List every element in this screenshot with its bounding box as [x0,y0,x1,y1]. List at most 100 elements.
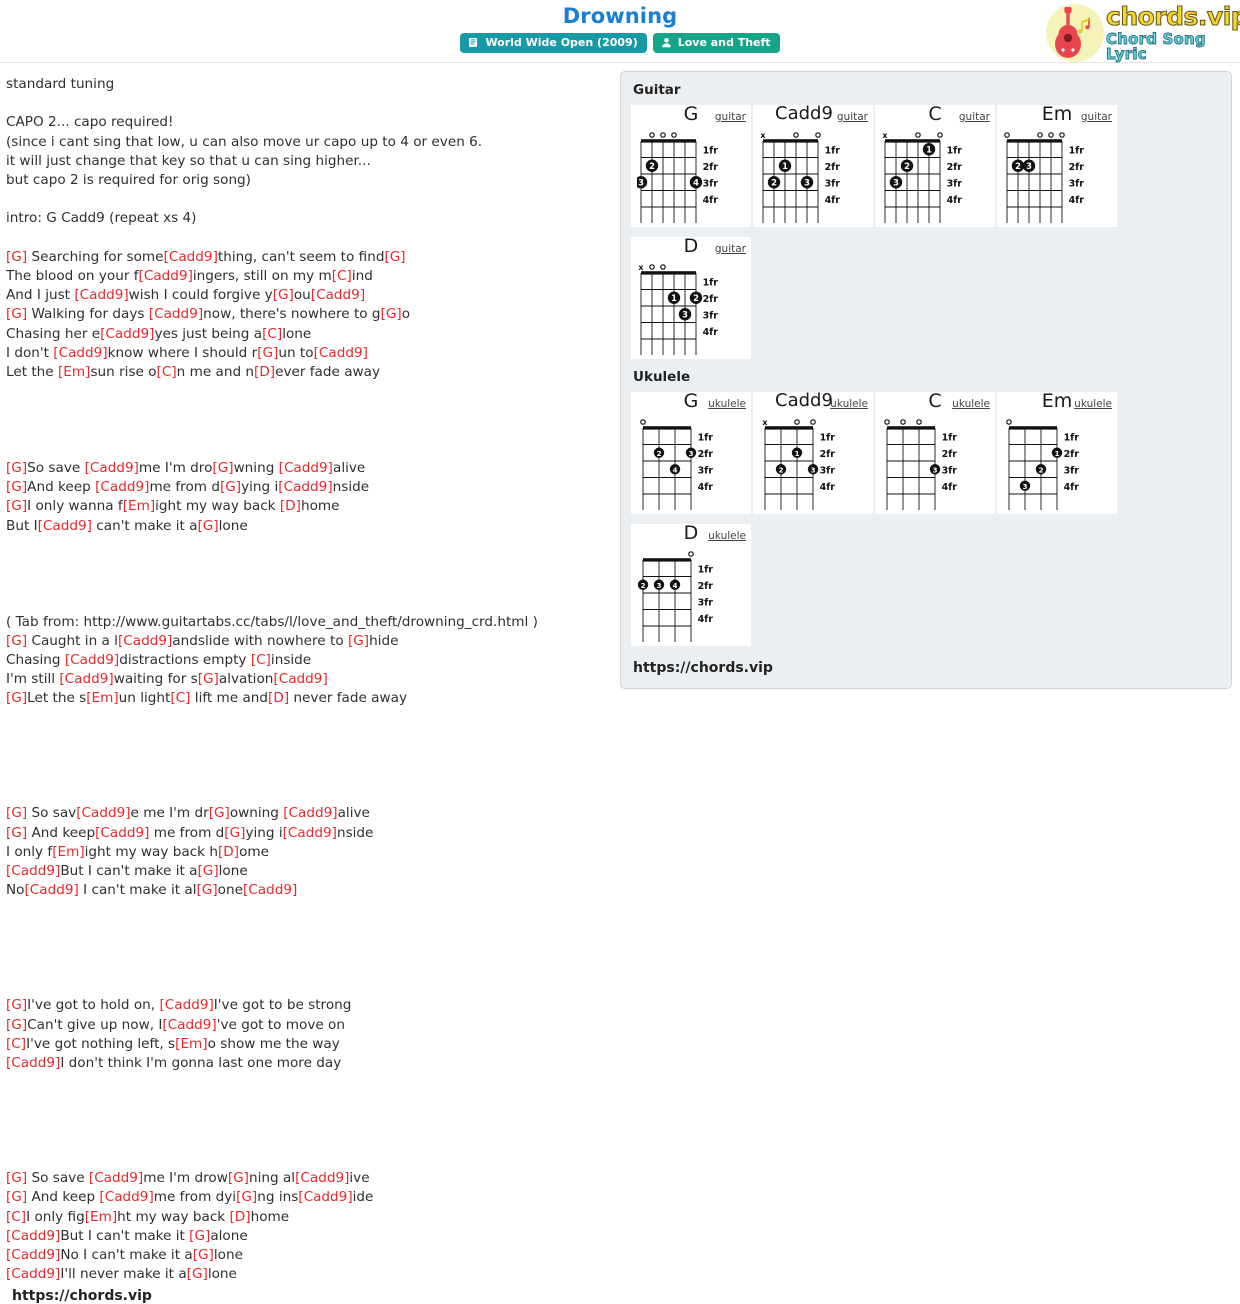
chord-token[interactable]: [G] [187,1266,208,1282]
chord-token[interactable]: [G] [6,498,27,514]
chord-token[interactable]: [G] [209,805,230,821]
chord-token[interactable]: [G] [6,249,27,265]
chord-token[interactable]: [Cadd9] [100,326,154,342]
site-logo[interactable]: chords.vip Chord Song Lyric [1046,2,1240,64]
chord-token[interactable]: [G] [193,1247,214,1263]
chord-token[interactable]: [G] [197,518,218,534]
chord-diagram-d-ukulele[interactable]: Dukulele 2 3 4 1fr 2fr 3fr 4fr [631,522,751,646]
chord-token[interactable]: [Cadd9] [65,652,119,668]
chord-diagram-d-guitar[interactable]: Dguitar x 1 3 2 1fr 2fr 3fr 4fr [631,235,751,359]
chord-token[interactable]: [G] [6,1017,27,1033]
chord-token[interactable]: [D] [268,690,289,706]
chord-token[interactable]: [Cadd9] [76,805,130,821]
chord-token[interactable]: [Cadd9] [298,1189,352,1205]
chord-diagram-em-ukulele[interactable]: Em ukulele 3 2 1 1fr 2fr 3fr 4fr [997,390,1117,514]
chord-token[interactable]: [C] [6,1209,26,1225]
instrument-label[interactable]: ukulele [708,530,746,542]
chord-token[interactable]: [Em] [86,690,118,706]
instrument-label[interactable]: guitar [715,111,746,123]
chord-token[interactable]: [G] [384,249,405,265]
instrument-label[interactable]: guitar [715,243,746,255]
artist-badge[interactable]: Love and Theft [652,33,780,53]
chord-token[interactable]: [C] [251,652,271,668]
chord-token[interactable]: [G] [348,633,369,649]
chord-token[interactable]: [G] [6,690,27,706]
footer-url[interactable]: https://chords.vip [6,1284,612,1304]
chord-token[interactable]: [G] [6,805,27,821]
chord-token[interactable]: [G] [381,306,402,322]
chord-token[interactable]: [G] [196,882,217,898]
chord-token[interactable]: [Cadd9] [283,805,337,821]
chord-diagram-c-guitar[interactable]: Cguitar x 3 2 1 1fr 2fr 3fr 4fr [875,103,995,227]
panel-url[interactable]: https://chords.vip [631,656,1221,678]
chord-token[interactable]: [Cadd9] [243,882,297,898]
chord-token[interactable]: [G] [6,306,27,322]
instrument-label[interactable]: ukulele [830,398,868,410]
album-badge[interactable]: World Wide Open (2009) [460,33,647,53]
chord-token[interactable]: [Em] [52,844,84,860]
chord-token[interactable]: [Cadd9] [273,671,327,687]
chord-token[interactable]: [Em] [175,1036,207,1052]
chord-token[interactable]: [G] [6,460,27,476]
chord-token[interactable]: [Cadd9] [159,997,213,1013]
chord-diagram-cadd9-ukulele[interactable]: Cadd9 ukulele x 2 1 3 1fr 2fr 3fr 4fr [753,390,873,514]
chord-token[interactable]: [Cadd9] [279,460,333,476]
chord-token[interactable]: [Cadd9] [89,1170,143,1186]
chord-token[interactable]: [G] [197,863,218,879]
chord-token[interactable]: [Cadd9] [295,1170,349,1186]
chord-token[interactable]: [Em] [123,498,155,514]
instrument-label[interactable]: ukulele [952,398,990,410]
chord-token[interactable]: [Cadd9] [6,1266,60,1282]
instrument-label[interactable]: guitar [959,111,990,123]
chord-diagram-g-guitar[interactable]: Gguitar 3 2 4 1fr 2fr 3fr 4fr [631,103,751,227]
chord-token[interactable]: [G] [236,1189,257,1205]
chord-diagram-g-ukulele[interactable]: Gukulele 2 4 3 1fr 2fr 3fr 4fr [631,390,751,514]
instrument-label[interactable]: guitar [837,111,868,123]
chord-token[interactable]: [Cadd9] [95,479,149,495]
chord-token[interactable]: [Cadd9] [53,345,107,361]
chord-token[interactable]: [Cadd9] [6,863,60,879]
chord-token[interactable]: [C] [157,364,177,380]
instrument-label[interactable]: ukulele [1074,398,1112,410]
chord-token[interactable]: [Cadd9] [118,633,172,649]
chord-token[interactable]: [Cadd9] [149,306,203,322]
chord-diagram-cadd9-guitar[interactable]: Cadd9 guitar x 2 1 3 1fr 2fr 3fr 4fr [753,103,873,227]
chord-token[interactable]: [Cadd9] [164,249,218,265]
chord-token[interactable]: [Cadd9] [6,1228,60,1244]
chord-token[interactable]: [C] [262,326,282,342]
chord-token[interactable]: [C] [170,690,190,706]
chord-token[interactable]: [C] [332,268,352,284]
chord-token[interactable]: [Cadd9] [99,1189,153,1205]
chord-token[interactable]: [D] [230,1209,251,1225]
chord-token[interactable]: [Cadd9] [25,882,79,898]
chord-token[interactable]: [Cadd9] [59,671,113,687]
chord-token[interactable]: [G] [257,345,278,361]
chord-token[interactable]: [Cadd9] [6,1055,60,1071]
chord-token[interactable]: [Cadd9] [162,1017,216,1033]
chord-token[interactable]: [G] [6,479,27,495]
chord-diagram-c-ukulele[interactable]: Cukulele 3 1fr 2fr 3fr 4fr [875,390,995,514]
chord-token[interactable]: [Cadd9] [311,287,365,303]
chord-token[interactable]: [Em] [85,1209,117,1225]
chord-token[interactable]: [G] [6,1189,27,1205]
chord-token[interactable]: [G] [228,1170,249,1186]
chord-token[interactable]: [C] [6,1036,26,1052]
chord-token[interactable]: [G] [220,479,241,495]
chord-token[interactable]: [D] [280,498,301,514]
chord-token[interactable]: [Cadd9] [38,518,92,534]
chord-token[interactable]: [G] [273,287,294,303]
chord-diagram-em-guitar[interactable]: Em guitar 2 3 1fr 2fr 3fr 4fr [997,103,1117,227]
instrument-label[interactable]: guitar [1081,111,1112,123]
chord-token[interactable]: [Cadd9] [6,1247,60,1263]
chord-token[interactable]: [D] [218,844,239,860]
chord-token[interactable]: [Cadd9] [283,825,337,841]
chord-token[interactable]: [Em] [58,364,90,380]
chord-token[interactable]: [G] [212,460,233,476]
chord-token[interactable]: [Cadd9] [278,479,332,495]
chord-token[interactable]: [Cadd9] [74,287,128,303]
chord-token[interactable]: [Cadd9] [85,460,139,476]
chord-token[interactable]: [G] [6,825,27,841]
chord-token[interactable]: [Cadd9] [139,268,193,284]
chord-token[interactable]: [Cadd9] [95,825,149,841]
chord-token[interactable]: [G] [198,671,219,687]
